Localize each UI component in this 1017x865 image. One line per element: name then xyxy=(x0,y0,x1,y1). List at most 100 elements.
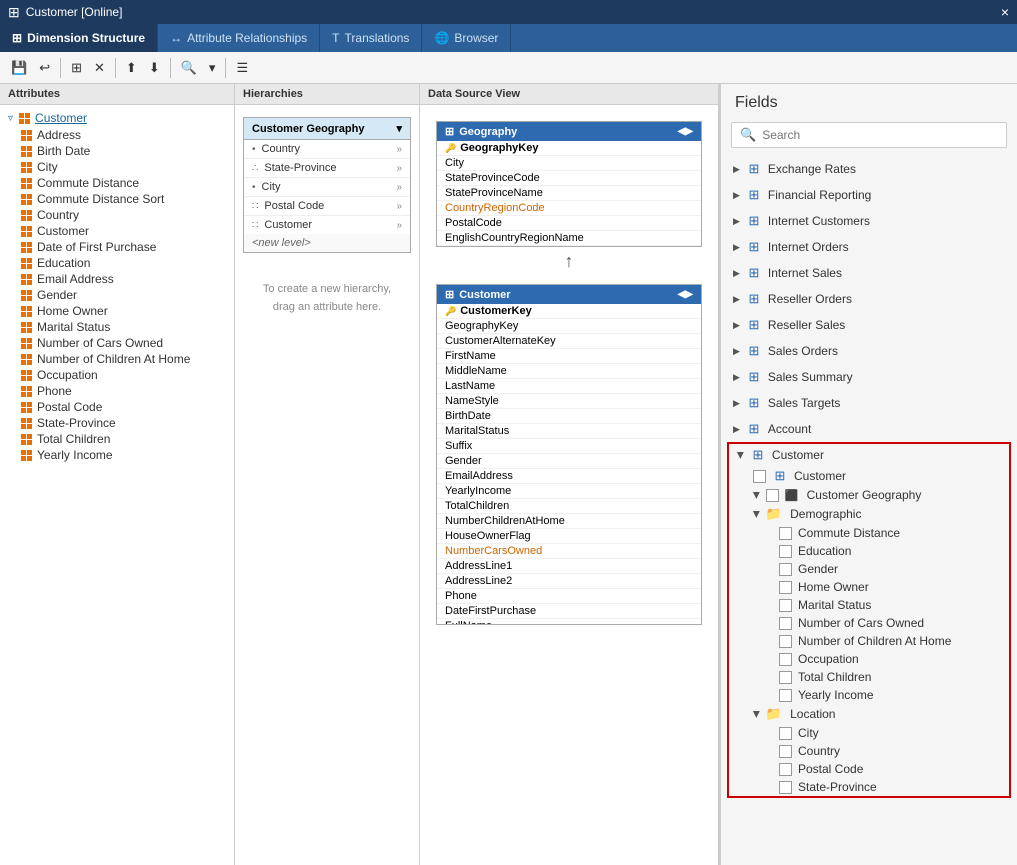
search-input[interactable] xyxy=(762,128,998,142)
attr-item-19[interactable]: Total Children xyxy=(0,431,234,447)
field-group-internet-customers-header[interactable]: ▶ Internet Customers xyxy=(725,210,1013,232)
loc-checkbox-3[interactable] xyxy=(779,781,792,794)
hierarchy-level-4[interactable]: ∷ Customer » xyxy=(244,216,410,234)
toolbar-zoom-dropdown[interactable]: ▾ xyxy=(204,57,221,79)
customer-scroll-handle[interactable]: ◀▶ xyxy=(678,289,693,300)
demo-item-2[interactable]: Gender xyxy=(729,560,1009,578)
demo-item-3[interactable]: Home Owner xyxy=(729,578,1009,596)
level-name-0: Country xyxy=(262,143,301,155)
field-group-sales-targets-header[interactable]: ▶ Sales Targets xyxy=(725,392,1013,414)
demo-item-6[interactable]: Number of Children At Home xyxy=(729,632,1009,650)
location-header[interactable]: ▶ 📁 Location xyxy=(729,704,1009,724)
attr-item-17[interactable]: Postal Code xyxy=(0,399,234,415)
demo-checkbox-9[interactable] xyxy=(779,689,792,702)
tab-translations[interactable]: T Translations xyxy=(320,24,422,52)
tab-dimension-structure[interactable]: ⊞ Dimension Structure xyxy=(0,24,158,52)
loc-checkbox-0[interactable] xyxy=(779,727,792,740)
demo-checkbox-4[interactable] xyxy=(779,599,792,612)
field-group-sales-orders-header[interactable]: ▶ Sales Orders xyxy=(725,340,1013,362)
cust-row-11: EmailAddress xyxy=(437,469,701,484)
loc-item-2[interactable]: Postal Code xyxy=(729,760,1009,778)
attr-item-15[interactable]: Occupation xyxy=(0,367,234,383)
cust-geo-checkbox[interactable] xyxy=(766,489,779,502)
hierarchy-level-1[interactable]: ∴ State-Province » xyxy=(244,159,410,178)
demographic-header[interactable]: ▶ 📁 Demographic xyxy=(729,504,1009,524)
attr-item-4[interactable]: Commute Distance Sort xyxy=(0,191,234,207)
loc-item-1[interactable]: Country xyxy=(729,742,1009,760)
cust-field-6: NameStyle xyxy=(445,395,499,407)
demo-item-5[interactable]: Number of Cars Owned xyxy=(729,614,1009,632)
toolbar-delete-btn[interactable]: ✕ xyxy=(89,57,110,79)
attr-item-0[interactable]: Address xyxy=(0,127,234,143)
hierarchy-level-2[interactable]: • City » xyxy=(244,178,410,197)
attr-item-2[interactable]: City xyxy=(0,159,234,175)
demo-checkbox-6[interactable] xyxy=(779,635,792,648)
customer-leaf-item[interactable]: Customer xyxy=(729,466,1009,486)
field-group-reseller-orders-header[interactable]: ▶ Reseller Orders xyxy=(725,288,1013,310)
field-group-internet-sales-header[interactable]: ▶ Internet Sales xyxy=(725,262,1013,284)
toolbar-zoom-btn[interactable]: 🔍 xyxy=(176,57,202,79)
hierarchy-dropdown-icon[interactable]: ▾ xyxy=(396,122,402,135)
loc-checkbox-1[interactable] xyxy=(779,745,792,758)
attr-item-6[interactable]: Customer xyxy=(0,223,234,239)
attr-item-13[interactable]: Number of Cars Owned xyxy=(0,335,234,351)
toolbar-undo-btn[interactable]: ↩ xyxy=(34,57,55,79)
demo-checkbox-2[interactable] xyxy=(779,563,792,576)
hierarchy-level-3[interactable]: ∷ Postal Code » xyxy=(244,197,410,216)
toolbar-move-down-btn[interactable]: ⬇ xyxy=(144,57,165,79)
attr-item-16[interactable]: Phone xyxy=(0,383,234,399)
field-group-internet-orders-header[interactable]: ▶ Internet Orders xyxy=(725,236,1013,258)
geography-scroll-handle[interactable]: ◀▶ xyxy=(678,126,693,137)
geography-table: ⊞ Geography ◀▶ 🔑GeographyKeyCityStatePro… xyxy=(436,121,702,247)
close-button[interactable]: × xyxy=(1001,4,1009,20)
field-group-financial-reporting-header[interactable]: ▶ Financial Reporting xyxy=(725,184,1013,206)
hierarchy-level-0[interactable]: • Country » xyxy=(244,140,410,159)
attr-item-label-8: Education xyxy=(37,256,90,270)
tab-browser[interactable]: 🌐 Browser xyxy=(422,24,511,52)
field-group-exchange-rates-header[interactable]: ▶ Exchange Rates xyxy=(725,158,1013,180)
demo-item-4[interactable]: Marital Status xyxy=(729,596,1009,614)
demo-checkbox-0[interactable] xyxy=(779,527,792,540)
field-group-sales-summary-header[interactable]: ▶ Sales Summary xyxy=(725,366,1013,388)
attr-item-5[interactable]: Country xyxy=(0,207,234,223)
attr-item-8[interactable]: Education xyxy=(0,255,234,271)
loc-item-3[interactable]: State-Province xyxy=(729,778,1009,796)
demo-checkbox-8[interactable] xyxy=(779,671,792,684)
level-name-4: Customer xyxy=(264,219,312,231)
demo-checkbox-7[interactable] xyxy=(779,653,792,666)
customer-section-header[interactable]: ▶ Customer xyxy=(729,444,1009,466)
hierarchies-pane-content: Customer Geography ▾ • Country » ∴ State… xyxy=(235,105,419,865)
tab-browser-icon: 🌐 xyxy=(434,31,449,45)
toolbar-table-btn[interactable]: ⊞ xyxy=(66,57,87,79)
demo-item-0[interactable]: Commute Distance xyxy=(729,524,1009,542)
demo-item-9[interactable]: Yearly Income xyxy=(729,686,1009,704)
toolbar-properties-btn[interactable]: ☰ xyxy=(231,57,253,79)
attr-item-9[interactable]: Email Address xyxy=(0,271,234,287)
demo-checkbox-3[interactable] xyxy=(779,581,792,594)
demo-item-8[interactable]: Total Children xyxy=(729,668,1009,686)
loc-checkbox-2[interactable] xyxy=(779,763,792,776)
tab-attribute-relationships[interactable]: ↔ Attribute Relationships xyxy=(158,24,320,52)
attr-item-1[interactable]: Birth Date xyxy=(0,143,234,159)
attr-item-18[interactable]: State-Province xyxy=(0,415,234,431)
demo-item-1[interactable]: Education xyxy=(729,542,1009,560)
toolbar-move-up-btn[interactable]: ⬆ xyxy=(121,57,142,79)
attr-item-12[interactable]: Marital Status xyxy=(0,319,234,335)
toolbar-save-btn[interactable]: 💾 xyxy=(6,57,32,79)
attr-item-10[interactable]: Gender xyxy=(0,287,234,303)
demo-checkbox-5[interactable] xyxy=(779,617,792,630)
demo-item-7[interactable]: Occupation xyxy=(729,650,1009,668)
customer-geography-group[interactable]: ▶ ⬛ Customer Geography xyxy=(729,486,1009,504)
attr-item-20[interactable]: Yearly Income xyxy=(0,447,234,463)
demo-checkbox-1[interactable] xyxy=(779,545,792,558)
level-icon-4: ∷ xyxy=(252,220,258,231)
attr-item-14[interactable]: Number of Children At Home xyxy=(0,351,234,367)
loc-item-0[interactable]: City xyxy=(729,724,1009,742)
field-group-account-header[interactable]: ▶ Account xyxy=(725,418,1013,440)
field-group-reseller-sales-header[interactable]: ▶ Reseller Sales xyxy=(725,314,1013,336)
customer-leaf-checkbox[interactable] xyxy=(753,470,766,483)
attr-item-7[interactable]: Date of First Purchase xyxy=(0,239,234,255)
attr-item-3[interactable]: Commute Distance xyxy=(0,175,234,191)
attr-item-11[interactable]: Home Owner xyxy=(0,303,234,319)
attr-root-customer[interactable]: ▿ Customer xyxy=(0,109,234,127)
